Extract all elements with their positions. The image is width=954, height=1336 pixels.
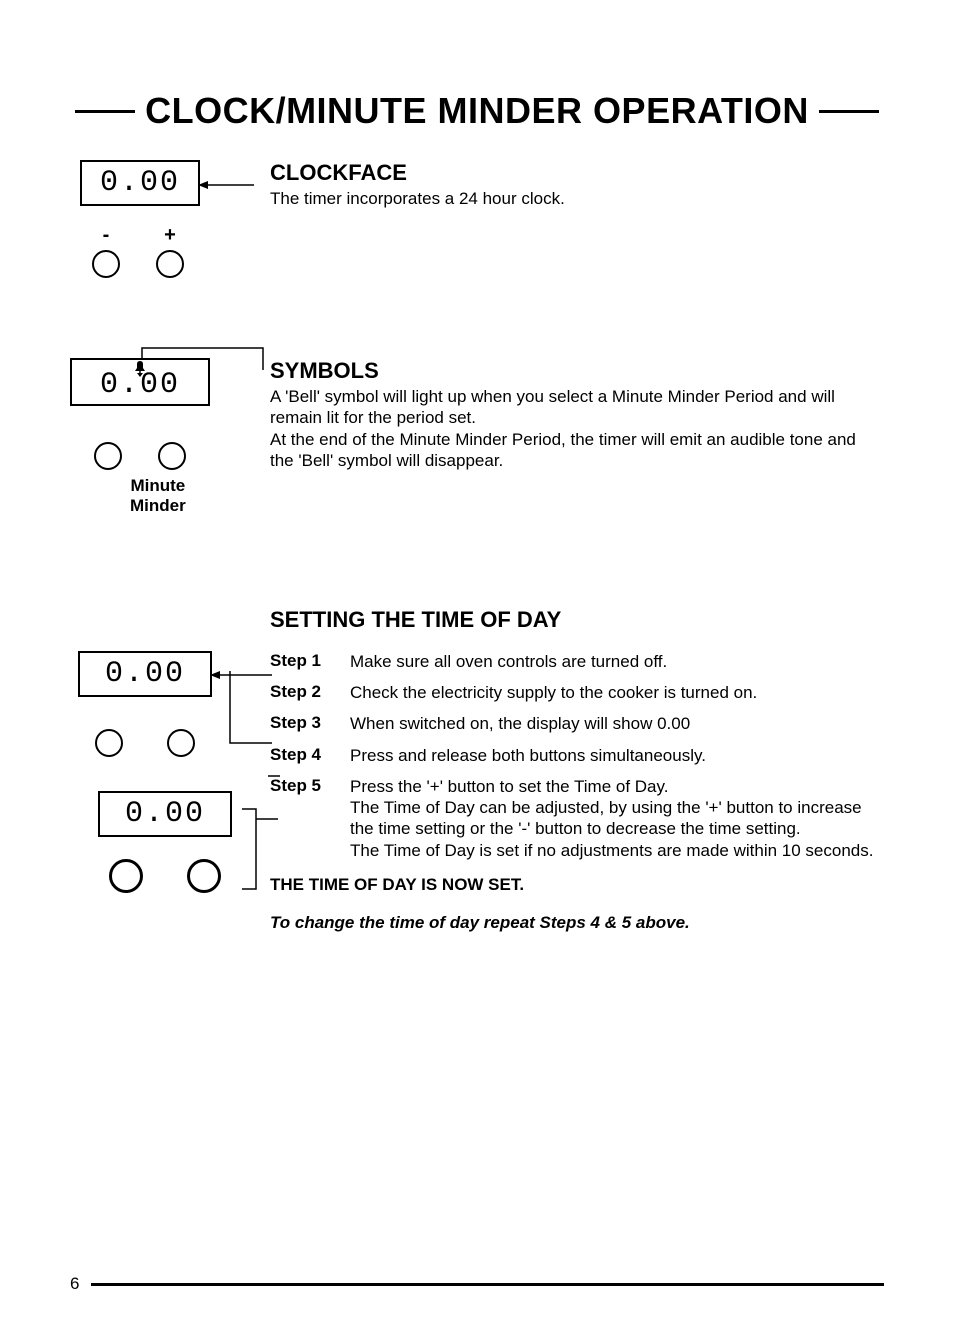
- setting-display-2-value: 0.00: [125, 797, 205, 831]
- mm-label-1: Minute: [130, 476, 185, 495]
- page-title: CLOCK/MINUTE MINDER OPERATION: [135, 90, 819, 132]
- clockface-text: The timer incorporates a 24 hour clock.: [270, 188, 884, 209]
- symbols-text-2: At the end of the Minute Minder Period, …: [270, 429, 884, 472]
- minus-button[interactable]: [92, 250, 120, 278]
- step-2-label: Step 2: [270, 682, 350, 703]
- step-5-text: Press the '+' button to set the Time of …: [350, 776, 884, 861]
- setting2-minus-button[interactable]: [109, 859, 143, 893]
- symbols-plus-button[interactable]: [158, 442, 186, 470]
- step-4-text: Press and release both buttons simultane…: [350, 745, 884, 766]
- setting-heading: SETTING THE TIME OF DAY: [270, 607, 884, 633]
- bell-icon: [133, 361, 147, 377]
- symbols-text-1: A 'Bell' symbol will light up when you s…: [270, 386, 884, 429]
- now-set-text: THE TIME OF DAY IS NOW SET.: [270, 875, 884, 895]
- setting-display-1: 0.00: [78, 651, 212, 697]
- clockface-heading: CLOCKFACE: [270, 160, 884, 186]
- minus-label: -: [103, 224, 110, 244]
- setting1-plus-button[interactable]: [167, 729, 195, 757]
- setting-display-2: 0.00: [98, 791, 232, 837]
- step-3-text: When switched on, the display will show …: [350, 713, 884, 734]
- plus-label: +: [164, 224, 176, 244]
- setting1-minus-button[interactable]: [95, 729, 123, 757]
- title-rule-left: [75, 110, 135, 113]
- page-number: 6: [70, 1274, 91, 1294]
- setting-display-1-value: 0.00: [105, 657, 185, 691]
- symbols-heading: SYMBOLS: [270, 358, 884, 384]
- footer: 6: [70, 1274, 884, 1294]
- step-2-text: Check the electricity supply to the cook…: [350, 682, 884, 703]
- minute-minder-label: Minute Minder: [130, 476, 186, 517]
- step-4-label: Step 4: [270, 745, 350, 766]
- clockface-display-value: 0.00: [100, 166, 180, 200]
- symbols-minus-button[interactable]: [94, 442, 122, 470]
- setting2-plus-button[interactable]: [187, 859, 221, 893]
- page-title-row: CLOCK/MINUTE MINDER OPERATION: [70, 90, 884, 132]
- step-1-label: Step 1: [270, 651, 350, 672]
- clockface-display: 0.00: [80, 160, 200, 206]
- step-3-label: Step 3: [270, 713, 350, 734]
- symbols-display: 0.00: [70, 358, 210, 406]
- repeat-text: To change the time of day repeat Steps 4…: [270, 913, 884, 933]
- title-rule-right: [819, 110, 879, 113]
- step-5-label: Step 5: [270, 776, 350, 861]
- footer-line: [91, 1283, 884, 1286]
- plus-button[interactable]: [156, 250, 184, 278]
- step-1-text: Make sure all oven controls are turned o…: [350, 651, 884, 672]
- mm-label-2: Minder: [130, 496, 186, 515]
